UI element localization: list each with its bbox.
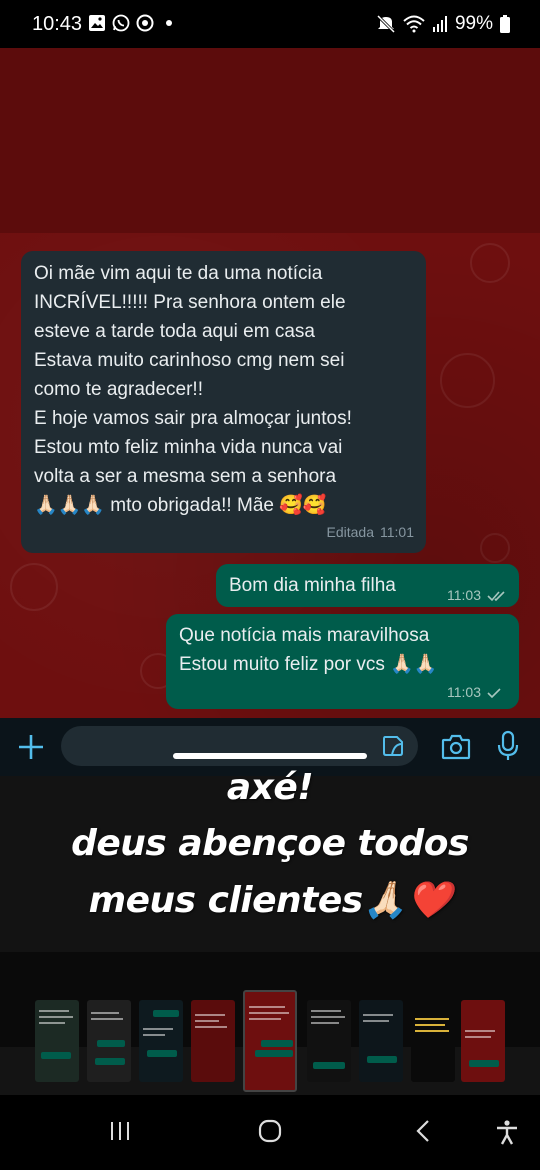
story-thumbnail[interactable] (359, 1000, 403, 1082)
notification-icons (88, 14, 178, 32)
chrome-icon (136, 14, 154, 32)
double-check-icon (487, 590, 505, 601)
story-thumbnail[interactable] (307, 1000, 351, 1082)
mute-icon (376, 15, 396, 33)
story-content: Oi mãe vim aqui te da uma notícia INCRÍV… (0, 48, 540, 1095)
story-thumbnail[interactable] (139, 1000, 183, 1082)
story-thumbnail[interactable] (35, 1000, 79, 1082)
incoming-message[interactable]: Oi mãe vim aqui te da uma notícia INCRÍV… (21, 251, 426, 553)
navigation-bar (0, 1095, 540, 1170)
story-thumbnail[interactable] (411, 1000, 455, 1082)
outgoing-message-meta: 11:03 (447, 678, 501, 707)
home-indicator (173, 753, 367, 759)
incoming-message-meta: Editada 11:01 (34, 518, 414, 547)
edited-label: Editada (326, 524, 374, 540)
recent-apps-icon[interactable] (108, 1119, 132, 1143)
status-bar: 10:43 99% (0, 0, 540, 48)
single-check-icon (487, 687, 501, 698)
dot-icon (166, 20, 172, 26)
caption-line-2: deus abençoe todos (71, 823, 469, 864)
battery-icon (500, 15, 510, 33)
outgoing-message[interactable]: Bom dia minha filha 11:03 (216, 564, 519, 607)
story-thumbnail[interactable] (87, 1000, 131, 1082)
caption-line-3: meus clientes🙏🏻❤️ (88, 880, 452, 921)
camera-icon[interactable] (441, 734, 471, 760)
outgoing-message[interactable]: Que notícia mais maravilhosa Estou muito… (166, 614, 519, 709)
outgoing-message-time: 11:03 (447, 684, 481, 700)
message-input[interactable] (61, 726, 418, 766)
caption-line-1: axé! (226, 767, 314, 808)
incoming-message-text: Oi mãe vim aqui te da uma notícia INCRÍV… (34, 263, 352, 516)
thumbnail-strip (0, 952, 540, 1092)
incoming-message-time: 11:01 (380, 524, 414, 540)
system-icons: 99% (376, 13, 510, 35)
battery-percent: 99% (454, 13, 493, 34)
story-thumbnail[interactable] (191, 1000, 235, 1082)
outgoing-message-text: Bom dia minha filha (229, 575, 396, 596)
gallery-icon (89, 15, 105, 31)
signal-icon (432, 16, 447, 32)
story-thumbnail[interactable] (461, 1000, 505, 1082)
outgoing-message-text: Que notícia mais maravilhosa Estou muito… (179, 625, 438, 675)
wifi-icon (403, 15, 425, 33)
accessibility-icon[interactable] (494, 1119, 520, 1145)
sticker-icon[interactable] (381, 734, 405, 758)
home-icon[interactable] (258, 1119, 282, 1143)
outgoing-message-time: 11:03 (447, 587, 481, 603)
status-time: 10:43 (32, 13, 83, 35)
story-thumbnail-active[interactable] (243, 990, 297, 1092)
plus-icon[interactable] (16, 732, 46, 762)
back-icon[interactable] (412, 1119, 436, 1143)
outgoing-message-meta: 11:03 (447, 581, 507, 610)
mic-icon[interactable] (496, 730, 520, 762)
whatsapp-icon (112, 14, 130, 32)
chat-top-area (0, 48, 540, 233)
